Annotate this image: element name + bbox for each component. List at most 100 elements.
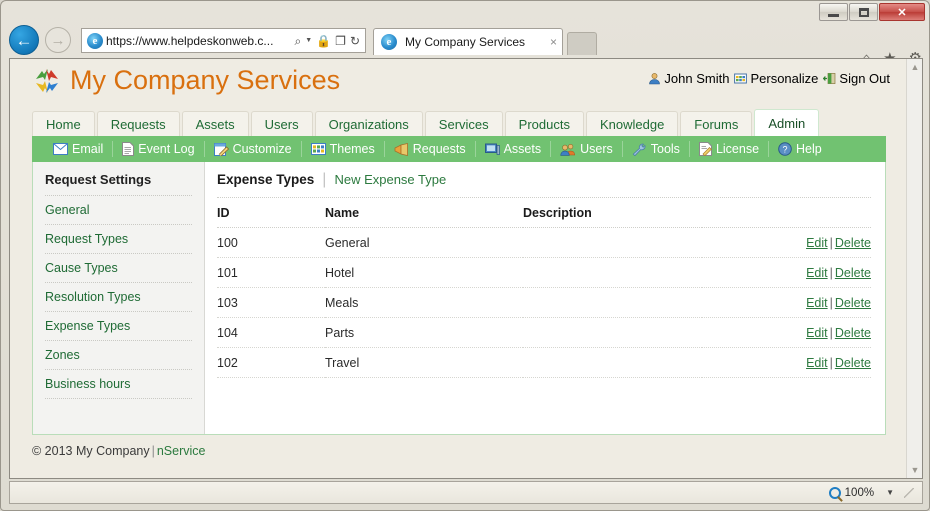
user-links: John Smith Personalize Sign Out (648, 71, 890, 86)
address-bar-icons: ⌕ ▼ 🔒 ❐ ↻ (295, 35, 362, 47)
toolbar-item-label: License (715, 142, 760, 156)
toolbar-item-tools[interactable]: Tools (623, 142, 689, 156)
cell-id: 102 (217, 347, 325, 378)
toolbar-item-email[interactable]: Email (44, 142, 112, 156)
sidebar-item-cause-types[interactable]: Cause Types (45, 254, 192, 283)
delete-link[interactable]: Delete (835, 266, 871, 280)
cell-description (523, 347, 702, 378)
tab-knowledge[interactable]: Knowledge (585, 111, 679, 137)
new-tab-button[interactable] (567, 32, 597, 55)
tab-label: Knowledge (599, 117, 665, 132)
copyright-text: © 2013 My Company (32, 444, 150, 458)
tab-organizations[interactable]: Organizations (314, 111, 423, 137)
toolbar-item-license[interactable]: License (690, 142, 768, 156)
tab-label: Assets (195, 117, 235, 132)
sidebar-item-label: General (45, 203, 90, 217)
status-bar: 100% ▼ (9, 481, 923, 504)
refresh-icon[interactable]: ↻ (350, 35, 360, 47)
content-panel: Request Settings General Request Types C… (32, 162, 886, 435)
close-button[interactable]: ✕ (879, 3, 925, 21)
toolbar-item-users[interactable]: Users (551, 142, 622, 156)
minimize-button[interactable] (819, 3, 848, 21)
lock-icon: 🔒 (316, 33, 332, 48)
scroll-down-icon[interactable]: ▼ (907, 462, 922, 478)
tab-label: Products (518, 117, 570, 132)
main-navigation-tabs: Home Requests Assets Users Organizations… (32, 109, 820, 137)
zoom-indicator[interactable]: 100% (828, 486, 875, 499)
user-link-personalize[interactable]: Personalize (734, 71, 818, 86)
toolbar-item-assets[interactable]: Assets (476, 142, 551, 156)
footer-separator: | (151, 444, 155, 458)
sidebar-item-zones[interactable]: Zones (45, 341, 192, 370)
site-header: My Company Services John Smith Personali… (10, 59, 908, 107)
tab-label: Home (46, 117, 81, 132)
sidebar-item-expense-types[interactable]: Expense Types (45, 312, 192, 341)
wrench-icon (632, 143, 646, 156)
sidebar-item-resolution-types[interactable]: Resolution Types (45, 283, 192, 312)
title-bar: ✕ (1, 1, 929, 23)
delete-link[interactable]: Delete (835, 326, 871, 340)
web-page: My Company Services John Smith Personali… (10, 59, 908, 478)
tab-users[interactable]: Users (250, 111, 313, 137)
user-link-john-smith[interactable]: John Smith (648, 71, 729, 86)
cell-name: Meals (325, 287, 523, 318)
edit-link[interactable]: Edit (806, 296, 828, 310)
question-circle-icon: ? (778, 142, 792, 156)
tab-home[interactable]: Home (32, 111, 95, 137)
scroll-up-icon[interactable]: ▲ (907, 59, 922, 75)
forward-button[interactable]: → (45, 27, 71, 53)
zoom-dropdown-icon[interactable]: ▼ (880, 488, 894, 497)
sidebar-item-label: Zones (45, 348, 80, 362)
edit-link[interactable]: Edit (806, 266, 828, 280)
table-row: 101 Hotel Edit | Delete (217, 257, 871, 288)
document-icon (122, 142, 135, 156)
compatibility-view-icon[interactable]: ❐ (335, 35, 346, 47)
edit-link[interactable]: Edit (806, 326, 828, 340)
toolbar-item-event-log[interactable]: Event Log (113, 142, 203, 156)
toolbar-item-requests[interactable]: Requests (385, 142, 475, 156)
tab-assets[interactable]: Assets (181, 111, 249, 137)
palette-grid-icon (310, 143, 326, 155)
edit-link[interactable]: Edit (806, 236, 828, 250)
resize-grip-icon[interactable] (904, 487, 914, 498)
tab-close-icon[interactable]: × (550, 35, 557, 49)
browser-tab[interactable]: e My Company Services × (373, 28, 563, 55)
sidebar-item-request-types[interactable]: Request Types (45, 225, 192, 254)
address-bar[interactable]: e https://www.helpdeskonweb.c... ⌕ ▼ 🔒 ❐… (81, 28, 366, 53)
user-link-label: Sign Out (839, 71, 890, 86)
tab-requests[interactable]: Requests (96, 111, 180, 137)
vertical-scrollbar[interactable]: ▲ ▼ (906, 59, 922, 478)
new-expense-type-link[interactable]: New Expense Type (334, 172, 446, 187)
settings-sidebar: Request Settings General Request Types C… (33, 162, 205, 434)
toolbar-item-customize[interactable]: Customize (205, 142, 301, 156)
browser-window: ✕ ← → e https://www.helpdeskonweb.c... ⌕… (0, 0, 930, 511)
nservice-link[interactable]: nService (157, 444, 206, 458)
toolbar-item-label: Assets (503, 142, 542, 156)
toolbar-item-help[interactable]: ? Help (769, 142, 831, 156)
cell-actions: Edit | Delete (701, 317, 871, 348)
tab-forums[interactable]: Forums (680, 111, 753, 137)
tab-admin[interactable]: Admin (754, 109, 820, 137)
user-link-sign-out[interactable]: Sign Out (823, 71, 890, 86)
tab-services[interactable]: Services (424, 111, 503, 137)
delete-link[interactable]: Delete (835, 356, 871, 370)
delete-link[interactable]: Delete (835, 296, 871, 310)
sidebar-item-business-hours[interactable]: Business hours (45, 370, 192, 399)
tab-label: Organizations (328, 117, 409, 132)
action-separator: | (829, 236, 833, 250)
back-button[interactable]: ← (9, 25, 39, 55)
content-header: Expense Types | New Expense Type (217, 171, 871, 198)
tab-products[interactable]: Products (504, 111, 584, 137)
chevron-down-icon[interactable]: ▼ (305, 37, 312, 44)
edit-link[interactable]: Edit (806, 356, 828, 370)
cell-actions: Edit | Delete (701, 227, 871, 258)
sidebar-heading: Request Settings (45, 172, 192, 196)
four-arrows-logo (32, 66, 62, 96)
page-title: Expense Types (217, 172, 315, 187)
sidebar-item-general[interactable]: General (45, 196, 192, 225)
zoom-level-label: 100% (844, 486, 875, 499)
toolbar-item-themes[interactable]: Themes (302, 142, 384, 156)
maximize-button[interactable] (849, 3, 878, 21)
search-icon[interactable]: ⌕ (295, 35, 302, 47)
delete-link[interactable]: Delete (835, 236, 871, 250)
